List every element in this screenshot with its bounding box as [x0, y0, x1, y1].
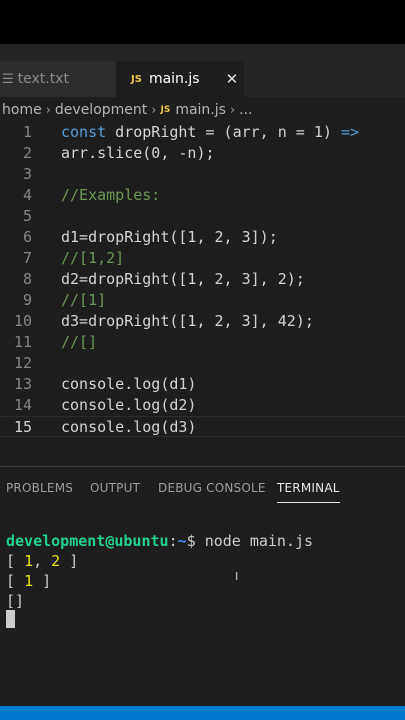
- code-text: d2=dropRight([1, 2, 3], 2);: [61, 270, 305, 288]
- close-icon[interactable]: ✕: [226, 70, 239, 88]
- code-line[interactable]: 12: [0, 353, 405, 374]
- chevron-right-icon: ›: [151, 102, 157, 118]
- chevron-right-icon: ›: [229, 102, 236, 118]
- code-text: console.log(d2): [61, 396, 197, 414]
- line-number: 4: [22, 186, 32, 204]
- line-number: 7: [22, 249, 32, 267]
- tab-terminal[interactable]: TERMINAL: [277, 479, 340, 503]
- terminal-command: node main.js: [204, 532, 314, 550]
- terminal-output-line: [ 1, 2 ]: [6, 552, 79, 570]
- code-text: //Examples:: [61, 186, 161, 204]
- terminal-output-line: [ 1 ]: [6, 572, 52, 590]
- code-text: console.log(d3): [61, 418, 197, 436]
- code-editor[interactable]: home › development › JS main.js › ... 1 c…: [0, 97, 405, 466]
- tab-debug-console[interactable]: DEBUG CONSOLE: [158, 479, 266, 503]
- code-text: //[1]: [61, 291, 107, 309]
- terminal-path: ~: [177, 532, 187, 550]
- line-number: 11: [13, 333, 32, 351]
- terminal-output-line: []: [6, 592, 25, 610]
- mouse-cursor-icon: I: [235, 570, 239, 583]
- code-line[interactable]: 4 //Examples:: [0, 185, 405, 206]
- code-line[interactable]: 15 console.log(d3): [0, 416, 405, 437]
- tab-label: main.js: [148, 71, 200, 87]
- code-line[interactable]: 2 arr.slice(0, -n);: [0, 143, 405, 164]
- breadcrumb-item-file[interactable]: main.js: [175, 102, 226, 118]
- tab-output[interactable]: OUTPUT: [90, 479, 140, 503]
- line-number: 10: [13, 312, 32, 330]
- breadcrumb: home › development › JS main.js › ...: [2, 100, 253, 120]
- line-number: 6: [22, 228, 32, 246]
- status-bar: [0, 706, 405, 720]
- code-line[interactable]: 8 d2=dropRight([1, 2, 3], 2);: [0, 269, 405, 290]
- js-file-icon: JS: [131, 73, 142, 85]
- code-text: d1=dropRight([1, 2, 3]);: [61, 228, 278, 246]
- code-line[interactable]: 6 d1=dropRight([1, 2, 3]);: [0, 227, 405, 248]
- code-text: console.log(d1): [61, 375, 197, 393]
- code-text: //[]: [61, 333, 98, 351]
- breadcrumb-item-development[interactable]: development: [55, 102, 147, 118]
- breadcrumb-ellipsis[interactable]: ...: [239, 102, 252, 118]
- line-number: 15: [13, 418, 32, 436]
- line-number: 5: [22, 207, 32, 225]
- js-file-icon: JS: [160, 105, 171, 115]
- code-line[interactable]: 14 console.log(d2): [0, 395, 405, 416]
- line-number: 13: [13, 375, 32, 393]
- code-text: d3=dropRight([1, 2, 3], 42);: [61, 312, 314, 330]
- terminal-prompt-end: $: [186, 532, 205, 550]
- line-number: 12: [13, 354, 32, 372]
- terminal-cursor: [6, 610, 15, 628]
- breadcrumb-item-home[interactable]: home: [2, 102, 42, 118]
- line-number: 14: [13, 396, 32, 414]
- code-text: //[1,2]: [61, 249, 125, 267]
- code-line[interactable]: 5: [0, 206, 405, 227]
- code-line[interactable]: 3: [0, 164, 405, 185]
- title-strip: [0, 44, 405, 61]
- chevron-right-icon: ›: [45, 102, 51, 118]
- code-line[interactable]: 11 //[]: [0, 332, 405, 353]
- editor-tab-bar: ☰ text.txt JS main.js ✕: [0, 61, 405, 97]
- code-line[interactable]: 9 //[1]: [0, 290, 405, 311]
- line-number: 9: [22, 291, 32, 309]
- code-line[interactable]: 10 d3=dropRight([1, 2, 3], 42);: [0, 311, 405, 332]
- terminal-path-sep: :: [168, 532, 178, 550]
- code-line[interactable]: 13 console.log(d1): [0, 374, 405, 395]
- top-black-bar: [0, 0, 405, 44]
- code-text: arr.slice(0, -n);: [61, 144, 215, 162]
- line-number: 1: [22, 123, 32, 141]
- code-line[interactable]: 1 const dropRight = (arr, n = 1) =>: [0, 122, 405, 143]
- tab-main-js[interactable]: JS main.js ✕: [116, 61, 244, 97]
- code-text: const dropRight = (arr, n = 1) =>: [61, 123, 360, 141]
- terminal-user: development@ubuntu: [6, 532, 169, 550]
- tab-text-txt[interactable]: ☰ text.txt: [0, 61, 116, 97]
- tab-problems[interactable]: PROBLEMS: [6, 479, 73, 503]
- text-file-icon: ☰: [2, 71, 14, 87]
- line-number: 8: [22, 270, 32, 288]
- code-line[interactable]: 7 //[1,2]: [0, 248, 405, 269]
- panel-tabs: PROBLEMS OUTPUT DEBUG CONSOLE TERMINAL: [0, 479, 405, 503]
- line-number: 3: [22, 165, 32, 183]
- line-number: 2: [22, 144, 32, 162]
- bottom-panel: PROBLEMS OUTPUT DEBUG CONSOLE TERMINAL d…: [0, 466, 405, 706]
- terminal-prompt-line: development@ubuntu:~$ node main.js: [6, 531, 313, 551]
- tab-label: text.txt: [17, 71, 70, 87]
